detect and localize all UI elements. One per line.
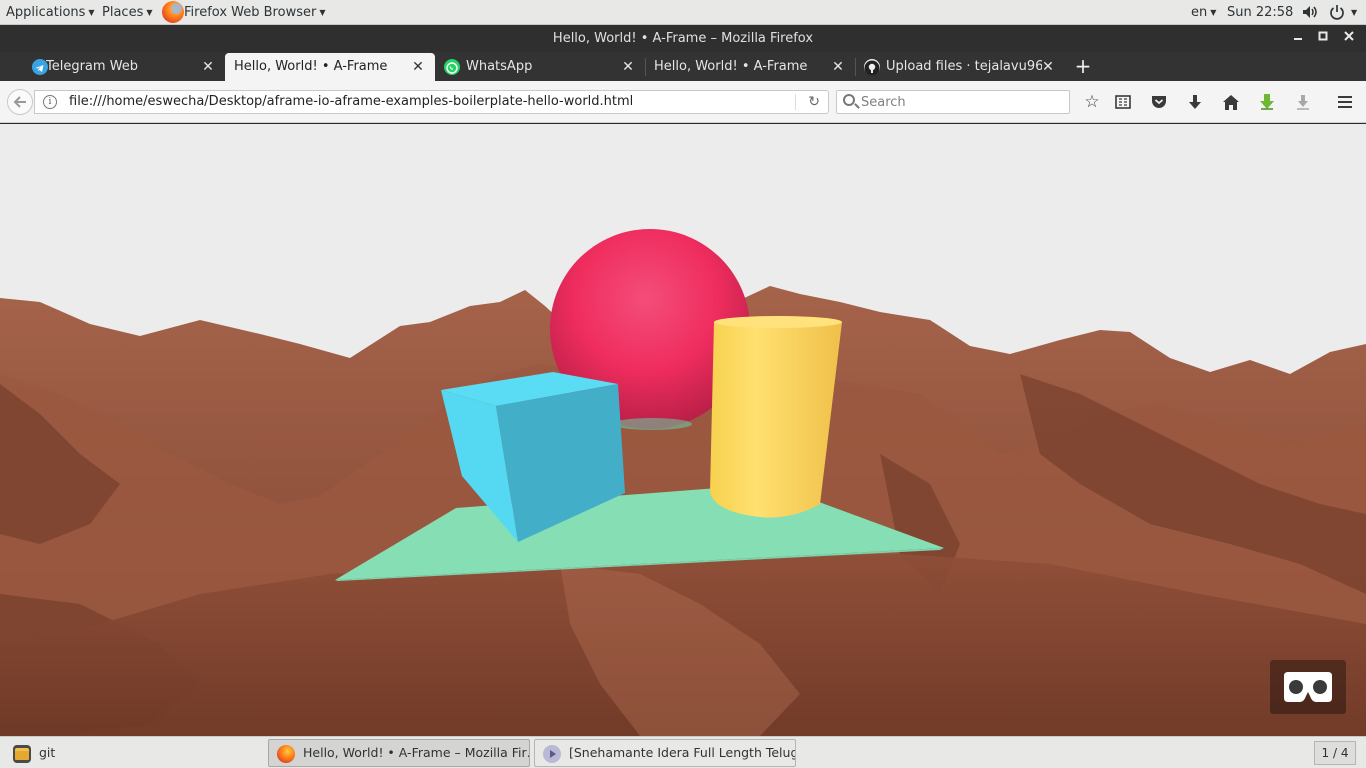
chevron-down-icon: ▼ bbox=[1210, 8, 1217, 17]
workspace-switcher[interactable]: 1 / 4 bbox=[1314, 741, 1356, 765]
tab-label: Upload files · tejalavu96/v bbox=[886, 59, 1042, 74]
maximize-button[interactable] bbox=[1314, 29, 1332, 47]
tab-label: Hello, World! • A-Frame bbox=[234, 59, 388, 74]
close-window-button[interactable] bbox=[1340, 29, 1358, 47]
search-input[interactable] bbox=[861, 91, 1061, 113]
chevron-down-icon[interactable]: ▼ bbox=[1348, 0, 1357, 25]
bottom-panel: git Hello, World! • A-Frame – Mozilla Fi… bbox=[0, 736, 1366, 768]
window-title: Hello, World! • A-Frame – Mozilla Firefo… bbox=[552, 31, 814, 46]
nav-toolbar: i file:///home/eswecha/Desktop/aframe-io… bbox=[0, 81, 1366, 123]
url-bar[interactable]: i file:///home/eswecha/Desktop/aframe-io… bbox=[34, 90, 829, 114]
tab-whatsapp[interactable]: WhatsApp ✕ bbox=[435, 53, 645, 81]
firefox-icon bbox=[162, 1, 184, 23]
applications-menu[interactable]: Applications ▼ bbox=[6, 0, 95, 25]
close-tab-icon[interactable]: ✕ bbox=[621, 53, 635, 81]
close-tab-icon[interactable]: ✕ bbox=[411, 53, 425, 81]
taskbar-item-firefox[interactable]: Hello, World! • A-Frame – Mozilla Fir… bbox=[268, 739, 530, 767]
video-player-icon bbox=[543, 745, 561, 763]
tab-telegram[interactable]: Telegram Web ✕ bbox=[10, 53, 225, 81]
close-tab-icon[interactable]: ✕ bbox=[1041, 53, 1055, 81]
reload-icon[interactable]: ↻ bbox=[808, 91, 820, 113]
extension-download-icon[interactable] bbox=[1255, 90, 1279, 114]
taskbar-item-label: [Snehamante Idera Full Length Telugu… bbox=[569, 745, 796, 760]
taskbar-item-git[interactable]: git bbox=[4, 739, 264, 767]
chevron-down-icon: ▼ bbox=[146, 8, 153, 17]
window-titlebar[interactable]: Hello, World! • A-Frame – Mozilla Firefo… bbox=[0, 25, 1366, 52]
back-button[interactable] bbox=[7, 89, 33, 115]
clock-label: Sun 22:58 bbox=[1227, 5, 1294, 20]
tab-github-upload[interactable]: Upload files · tejalavu96/v ✕ bbox=[855, 53, 1065, 81]
tab-hello-world[interactable]: Hello, World! • A-Frame ✕ bbox=[645, 53, 855, 81]
tab-strip: Telegram Web ✕ Hello, World! • A-Frame ✕… bbox=[0, 52, 1366, 81]
search-bar[interactable] bbox=[836, 90, 1070, 114]
taskbar-item-label: git bbox=[39, 745, 56, 760]
new-tab-button[interactable]: + bbox=[1070, 52, 1096, 81]
tab-label: Telegram Web bbox=[46, 59, 139, 74]
tab-hello-world-active[interactable]: Hello, World! • A-Frame ✕ bbox=[225, 53, 435, 81]
tab-label: WhatsApp bbox=[466, 59, 533, 74]
applications-menu-label: Applications bbox=[6, 5, 86, 20]
pocket-icon[interactable] bbox=[1147, 90, 1171, 114]
close-tab-icon[interactable]: ✕ bbox=[831, 53, 845, 81]
tab-label: Hello, World! • A-Frame bbox=[654, 59, 808, 74]
taskbar-item-label: Hello, World! • A-Frame – Mozilla Fir… bbox=[303, 745, 530, 760]
chevron-down-icon: ▼ bbox=[319, 8, 326, 17]
top-panel: Applications ▼ Places ▼ Firefox Web Browse… bbox=[0, 0, 1366, 25]
search-icon bbox=[843, 94, 855, 106]
aframe-scene[interactable] bbox=[0, 124, 1366, 736]
power-icon[interactable] bbox=[1329, 0, 1345, 25]
close-tab-icon[interactable]: ✕ bbox=[201, 53, 215, 81]
url-divider bbox=[795, 94, 796, 110]
folder-icon bbox=[13, 745, 31, 763]
aframe-scene-viewport[interactable] bbox=[0, 124, 1366, 736]
sphere-shadow bbox=[612, 418, 692, 430]
volume-icon[interactable] bbox=[1302, 0, 1318, 25]
downloads-icon[interactable] bbox=[1183, 90, 1207, 114]
places-menu-label: Places bbox=[102, 5, 144, 20]
app-menu-label: Firefox Web Browser bbox=[184, 5, 317, 20]
whatsapp-icon bbox=[444, 59, 460, 75]
hamburger-menu-icon[interactable] bbox=[1333, 90, 1357, 114]
chevron-down-icon: ▼ bbox=[88, 8, 95, 17]
site-info-icon[interactable]: i bbox=[43, 95, 57, 109]
home-icon[interactable] bbox=[1219, 90, 1243, 114]
vr-mode-button[interactable] bbox=[1270, 660, 1346, 714]
bookmark-star-icon[interactable]: ☆ bbox=[1080, 90, 1104, 114]
language-indicator[interactable]: en ▼ bbox=[1191, 0, 1216, 25]
aframe-cylinder-top bbox=[714, 316, 842, 328]
clock[interactable]: Sun 22:58 bbox=[1227, 0, 1293, 25]
language-label: en bbox=[1191, 5, 1208, 20]
url-text[interactable]: file:///home/eswecha/Desktop/aframe-io-a… bbox=[69, 91, 633, 113]
reader-view-icon[interactable] bbox=[1111, 90, 1135, 114]
firefox-icon bbox=[277, 745, 295, 763]
places-menu[interactable]: Places ▼ bbox=[102, 0, 153, 25]
minimize-button[interactable] bbox=[1289, 29, 1307, 47]
vr-headset-icon bbox=[1284, 672, 1332, 702]
taskbar-item-video-player[interactable]: [Snehamante Idera Full Length Telugu… bbox=[534, 739, 796, 767]
download-status-icon[interactable] bbox=[1291, 90, 1315, 114]
github-icon bbox=[864, 59, 880, 76]
app-menu[interactable]: Firefox Web Browser ▼ bbox=[184, 0, 325, 25]
